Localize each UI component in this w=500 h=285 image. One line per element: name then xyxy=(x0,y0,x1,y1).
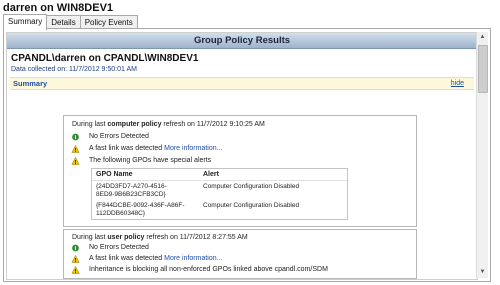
scroll-up-icon[interactable]: ▲ xyxy=(477,32,488,43)
report-content: Group Policy Results CPANDL\darren on CP… xyxy=(6,32,478,280)
warning-icon: ! xyxy=(71,266,80,274)
computer-fastlink: A fast link was detected More informatio… xyxy=(89,145,222,152)
computer-gpo-alerts: The following GPOs have special alerts xyxy=(89,157,212,164)
computer-fastlink-text: A fast link was detected xyxy=(89,145,163,152)
hide-link[interactable]: hide xyxy=(451,78,464,89)
gpo-alerts-table: GPO Name Alert {24DD3FD7-A270-4516- 8ED9-… xyxy=(91,168,348,220)
scroll-down-icon[interactable]: ▼ xyxy=(477,267,488,278)
table-header: GPO Name Alert xyxy=(92,169,347,181)
report-header: Group Policy Results xyxy=(7,33,477,49)
svg-text:i: i xyxy=(75,246,77,252)
user-fastlink-text: A fast link was detected xyxy=(89,255,163,262)
svg-text:i: i xyxy=(75,135,77,141)
computer-policy-box: During last computer policy refresh on 1… xyxy=(63,115,417,227)
user-policy-box: During last user policy refresh on 11/7/… xyxy=(63,229,417,279)
summary-label: Summary xyxy=(13,79,48,88)
svg-text:!: ! xyxy=(74,160,76,165)
check-info-icon: i xyxy=(72,133,79,141)
gpo-id-line2: 112DDB60348C} xyxy=(96,210,146,217)
report-title: CPANDL\darren on CPANDL\WIN8DEV1 xyxy=(11,53,199,64)
user-policy-label: user policy xyxy=(107,234,145,241)
table-row: {F844DCBE-9092-436F-A86F- 112DDB60348C} C… xyxy=(92,200,347,219)
tab-details[interactable]: Details xyxy=(46,15,81,29)
warning-icon: ! xyxy=(71,255,80,263)
gpo-alert: Computer Configuration Disabled xyxy=(203,202,300,209)
svg-text:!: ! xyxy=(74,258,76,263)
col-gpo-name: GPO Name xyxy=(96,171,133,178)
user-no-errors: No Errors Detected xyxy=(89,244,149,251)
user-fastlink: A fast link was detected More informatio… xyxy=(89,255,222,262)
computer-more-info-link[interactable]: More information... xyxy=(164,145,222,152)
user-inheritance: Inheritance is blocking all non-enforced… xyxy=(89,266,328,273)
user-more-info-link[interactable]: More information... xyxy=(164,255,222,262)
computer-refresh-prefix: During last xyxy=(72,121,108,128)
col-alert: Alert xyxy=(203,171,219,178)
user-refresh-time: refresh on 11/7/2012 8:27:55 AM xyxy=(144,234,248,241)
gpo-id: {24DD3FD7-A270-4516- 8ED9-9B6B23CFB3CD} xyxy=(96,183,167,199)
tab-strip: Summary Details Policy Events xyxy=(3,14,138,30)
data-collected: Data collected on: 11/7/2012 9:50:01 AM xyxy=(11,66,137,73)
warning-icon: ! xyxy=(71,157,80,165)
window-title: darren on WIN8DEV1 xyxy=(3,2,114,14)
warning-icon: ! xyxy=(71,145,80,153)
svg-text:!: ! xyxy=(74,148,76,153)
user-refresh-prefix: During last xyxy=(72,234,108,241)
scroll-thumb[interactable] xyxy=(478,45,488,93)
gpo-alert: Computer Configuration Disabled xyxy=(203,183,300,190)
svg-text:!: ! xyxy=(74,269,76,274)
results-panel: Group Policy Results CPANDL\darren on CP… xyxy=(3,28,491,282)
user-refresh-line: During last user policy refresh on 11/7/… xyxy=(72,234,248,241)
gpo-id-line1: {F844DCBE-9092-436F-A86F- xyxy=(96,202,185,209)
gpo-id-line2: 8ED9-9B6B23CFB3CD} xyxy=(96,191,166,198)
summary-bar: Summary hide xyxy=(10,77,474,90)
tab-summary[interactable]: Summary xyxy=(3,14,48,30)
computer-policy-label: computer policy xyxy=(107,121,162,128)
gpo-id-line1: {24DD3FD7-A270-4516- xyxy=(96,183,167,190)
table-row: {24DD3FD7-A270-4516- 8ED9-9B6B23CFB3CD} C… xyxy=(92,181,347,200)
tab-policy-events[interactable]: Policy Events xyxy=(79,15,138,29)
computer-no-errors: No Errors Detected xyxy=(89,133,149,140)
computer-refresh-line: During last computer policy refresh on 1… xyxy=(72,121,265,128)
vertical-scrollbar[interactable]: ▲ ▼ xyxy=(476,32,488,278)
gpo-id: {F844DCBE-9092-436F-A86F- 112DDB60348C} xyxy=(96,202,185,218)
check-info-icon: i xyxy=(72,244,79,252)
computer-refresh-time: refresh on 11/7/2012 9:10:25 AM xyxy=(161,121,265,128)
